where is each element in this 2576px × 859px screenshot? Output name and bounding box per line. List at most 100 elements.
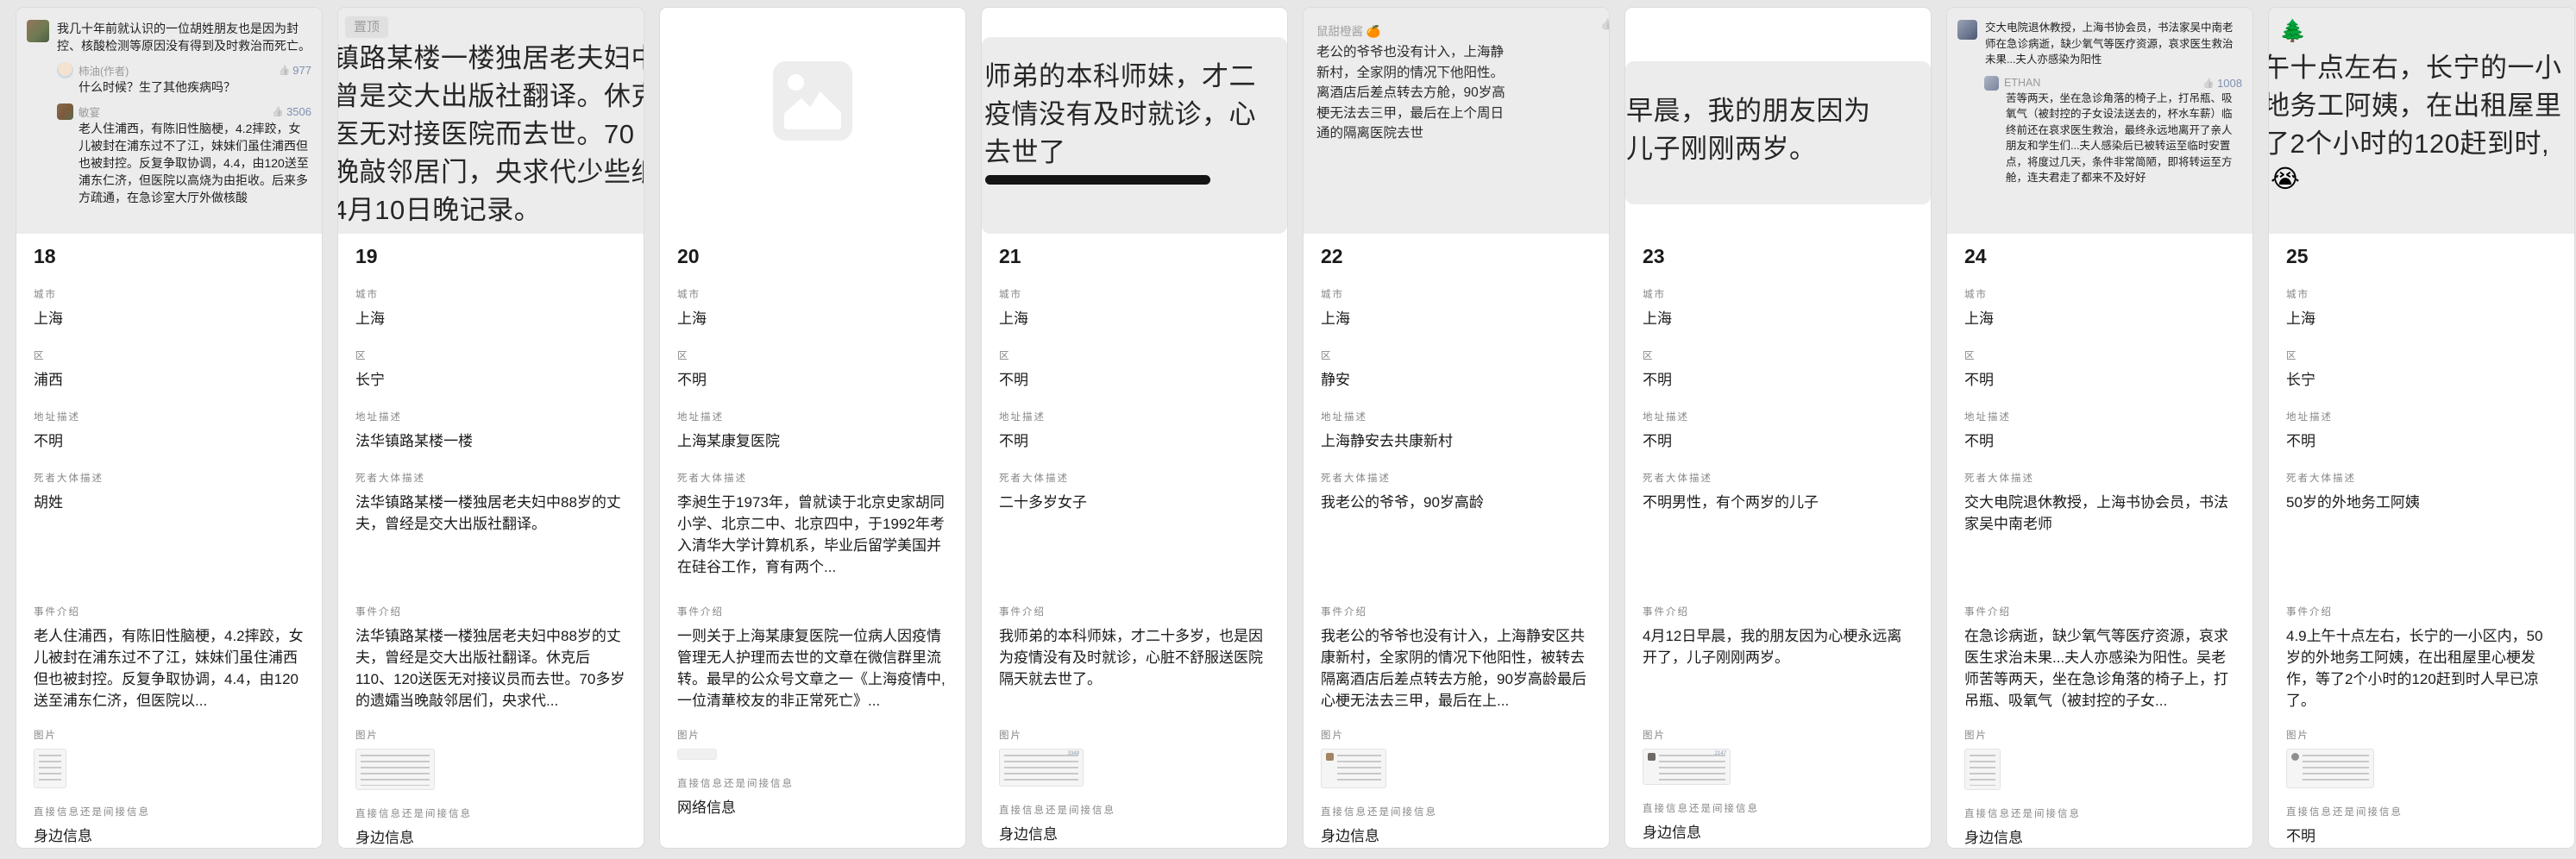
field-label-district: 区 <box>1643 348 1913 362</box>
field-value-source: 身边信息 <box>1321 825 1592 847</box>
attachment-thumbnail[interactable]: 3349 <box>999 749 1084 787</box>
header-attachment[interactable]: 鼠甜橙酱 🍊 老公的爷爷也没有计入，上海静 新村，全家阴的情况下他阳性。 离酒店… <box>1304 8 1609 234</box>
wechat-thread: 我几十年前就认识的一位胡姓朋友也是因为封控、核酸检测等原因没有得到及时救治而死亡… <box>16 8 322 206</box>
field-value-district: 长宁 <box>355 369 626 391</box>
field-value-source: 网络信息 <box>677 797 948 818</box>
header-attachment[interactable]: 我几十年前就认识的一位胡姓朋友也是因为封控、核酸检测等原因没有得到及时救治而死亡… <box>16 8 322 234</box>
record-card-24[interactable]: 交大电院退休教授，上海书协会员，书法家吴中南老师在急诊病逝，缺少氧气等医疗资源，… <box>1946 7 2253 849</box>
like-count: 1008 <box>2217 77 2242 90</box>
field-label-address: 地址描述 <box>1964 410 2235 423</box>
attachment-thumbnail[interactable] <box>677 749 717 760</box>
avatar <box>57 103 73 120</box>
field-value-city: 上海 <box>1321 308 1592 329</box>
field-value-victim: 胡姓 <box>34 492 305 588</box>
field-value-address: 不明 <box>999 430 1270 452</box>
record-card-23[interactable]: 早晨，我的朋友因为 儿子刚刚两岁。 23 城市 上海 区 不明 地址描述 不明 … <box>1624 7 1932 849</box>
post-author: 鼠甜橙酱 🍊 <box>1316 22 1609 39</box>
attachment-thumbnail[interactable]: 2147 <box>1643 749 1731 785</box>
field-value-victim: 交大电院退休教授，上海书协会员，书法家吴中南老师 <box>1964 492 2235 588</box>
attachment-thumbnail[interactable] <box>1321 749 1386 788</box>
field-value-address: 不明 <box>2286 430 2557 452</box>
wechat-thread: 交大电院退休教授，上海书协会员，书法家吴中南老师在急诊病逝，缺少氧气等医疗资源，… <box>1947 8 2252 186</box>
comment-text: 我几十年前就认识的一位胡姓朋友也是因为封控、核酸检测等原因没有得到及时救治而死亡… <box>57 20 311 54</box>
commenter-name: ETHAN <box>2004 77 2040 89</box>
field-value-victim: 法华镇路某楼一楼独居老夫妇中88岁的丈夫，曾经是交大出版社翻译。 <box>355 492 626 588</box>
field-value-city: 上海 <box>355 308 626 329</box>
thumbs-up-icon: 👍 <box>2202 78 2215 89</box>
record-number: 19 <box>355 245 626 268</box>
field-value-city: 上海 <box>34 308 305 329</box>
field-value-victim: 不明男性，有个两岁的儿子 <box>1643 492 1913 588</box>
comment-text: 什么时候？生了其他疾病吗？ <box>79 78 311 96</box>
record-card-18[interactable]: 我几十年前就认识的一位胡姓朋友也是因为封控、核酸检测等原因没有得到及时救治而死亡… <box>16 7 323 849</box>
field-label-event: 事件介绍 <box>1964 605 2235 618</box>
screenshot-text-line: 医无对接医院而去世。70 <box>338 116 644 154</box>
field-value-district: 浦西 <box>34 369 305 391</box>
header-attachment[interactable]: 置顶 镇路某楼一楼独居老夫妇中 曾是交大出版社翻译。休克 医无对接医院而去世。7… <box>338 8 644 234</box>
field-label-source: 直接信息还是间接信息 <box>355 806 626 820</box>
screenshot-text-line: 曾是交大出版社翻译。休克 <box>338 78 644 116</box>
field-value-district: 静安 <box>1321 369 1592 391</box>
field-value-event: 一则关于上海某康复医院一位病人因疫情管理无人护理而去世的文章在微信群里流转。最早… <box>677 625 948 712</box>
field-label-image: 图片 <box>677 728 948 742</box>
record-number: 20 <box>677 245 948 268</box>
avatar <box>1984 76 1999 91</box>
field-value-source: 身边信息 <box>999 824 1270 845</box>
attachment-thumbnail[interactable] <box>34 749 66 788</box>
field-label-victim: 死者大体描述 <box>2286 471 2557 485</box>
field-label-source: 直接信息还是间接信息 <box>1643 801 1913 815</box>
comment-text: 老人住浦西，有陈旧性脑梗，4.2摔跤，女儿被封在浦东过不了江，妹妹们虽住浦西但也… <box>79 120 311 206</box>
header-attachment[interactable]: 师弟的本科师妹，才二 疫情没有及时就诊，心 去世了 <box>982 8 1287 234</box>
record-card-21[interactable]: 师弟的本科师妹，才二 疫情没有及时就诊，心 去世了 21 城市 上海 区 不明 … <box>981 7 1288 849</box>
thumb-like-count: 2147 <box>1715 751 1726 756</box>
record-number: 23 <box>1643 245 1913 268</box>
field-label-address: 地址描述 <box>677 410 948 423</box>
field-label-city: 城市 <box>999 287 1270 301</box>
field-label-image: 图片 <box>999 728 1270 742</box>
field-label-victim: 死者大体描述 <box>1964 471 2235 485</box>
field-value-city: 上海 <box>1643 308 1913 329</box>
record-number: 22 <box>1321 245 1592 268</box>
field-label-image: 图片 <box>1321 728 1592 742</box>
field-label-event: 事件介绍 <box>999 605 1270 618</box>
field-value-event: 4月12日早晨，我的朋友因为心梗永远离开了，儿子刚刚两岁。 <box>1643 625 1913 712</box>
field-label-event: 事件介绍 <box>1643 605 1913 618</box>
header-attachment[interactable]: 早晨，我的朋友因为 儿子刚刚两岁。 <box>1625 8 1931 234</box>
record-number: 18 <box>34 245 305 268</box>
field-label-source: 直接信息还是间接信息 <box>2286 805 2557 818</box>
field-value-address: 法华镇路某楼一楼 <box>355 430 626 452</box>
attachment-thumbnail[interactable] <box>355 749 435 790</box>
attachment-thumbnail[interactable] <box>1964 749 2001 790</box>
image-placeholder-icon <box>773 61 852 141</box>
field-value-city: 上海 <box>2286 308 2557 329</box>
field-label-address: 地址描述 <box>355 410 626 423</box>
record-card-19[interactable]: 置顶 镇路某楼一楼独居老夫妇中 曾是交大出版社翻译。休克 医无对接医院而去世。7… <box>337 7 644 849</box>
field-label-district: 区 <box>999 348 1270 362</box>
field-label-district: 区 <box>2286 348 2557 362</box>
record-card-25[interactable]: 🌲 午十点左右，长宁的一小 地务工阿姨，在出租屋里 了2个小时的120赶到时, … <box>2268 7 2575 849</box>
field-value-city: 上海 <box>999 308 1270 329</box>
field-label-address: 地址描述 <box>1321 410 1592 423</box>
comment-text: 交大电院退休教授，上海书协会员，书法家吴中南老师在急诊病逝，缺少氧气等医疗资源，… <box>1985 20 2242 68</box>
screenshot-text-line: 老公的爷爷也没有计入，上海静 <box>1316 42 1609 63</box>
screenshot-text-line: 梗无法去三甲，最后在上个周日 <box>1316 103 1609 124</box>
attachment-thumbnail[interactable] <box>2286 749 2374 788</box>
header-attachment[interactable]: 交大电院退休教授，上海书协会员，书法家吴中南老师在急诊病逝，缺少氧气等医疗资源，… <box>1947 8 2252 234</box>
record-number: 25 <box>2286 245 2557 268</box>
marker-underline <box>985 175 1210 185</box>
record-card-20[interactable]: 20 城市 上海 区 不明 地址描述 上海某康复医院 死者大体描述 李昶生于19… <box>659 7 966 849</box>
header-attachment[interactable] <box>660 8 965 234</box>
commenter-name: 柿油(作者) <box>79 62 129 78</box>
record-card-22[interactable]: 鼠甜橙酱 🍊 老公的爷爷也没有计入，上海静 新村，全家阴的情况下他阳性。 离酒店… <box>1303 7 1610 849</box>
field-value-city: 上海 <box>1964 308 2235 329</box>
field-label-district: 区 <box>1964 348 2235 362</box>
field-value-event: 在急诊病逝，缺少氧气等医疗资源，哀求医生求治未果...夫人亦感染为阳性。吴老师苦… <box>1964 625 2235 712</box>
field-label-victim: 死者大体描述 <box>34 471 305 485</box>
header-attachment[interactable]: 🌲 午十点左右，长宁的一小 地务工阿姨，在出租屋里 了2个小时的120赶到时, … <box>2269 8 2574 234</box>
field-label-source: 直接信息还是间接信息 <box>999 803 1270 817</box>
record-number: 21 <box>999 245 1270 268</box>
field-value-district: 不明 <box>677 369 948 391</box>
screenshot-text-line: 晚敲邻居门，央求代少些纸 <box>338 154 644 191</box>
field-value-victim: 李昶生于1973年，曾就读于北京史家胡同小学、北京二中、北京四中，于1992年考… <box>677 492 948 588</box>
field-value-event: 4.9上午十点左右，长宁的一小区内，50岁的外地务工阿姨，在出租屋里心梗发作，等… <box>2286 625 2557 712</box>
